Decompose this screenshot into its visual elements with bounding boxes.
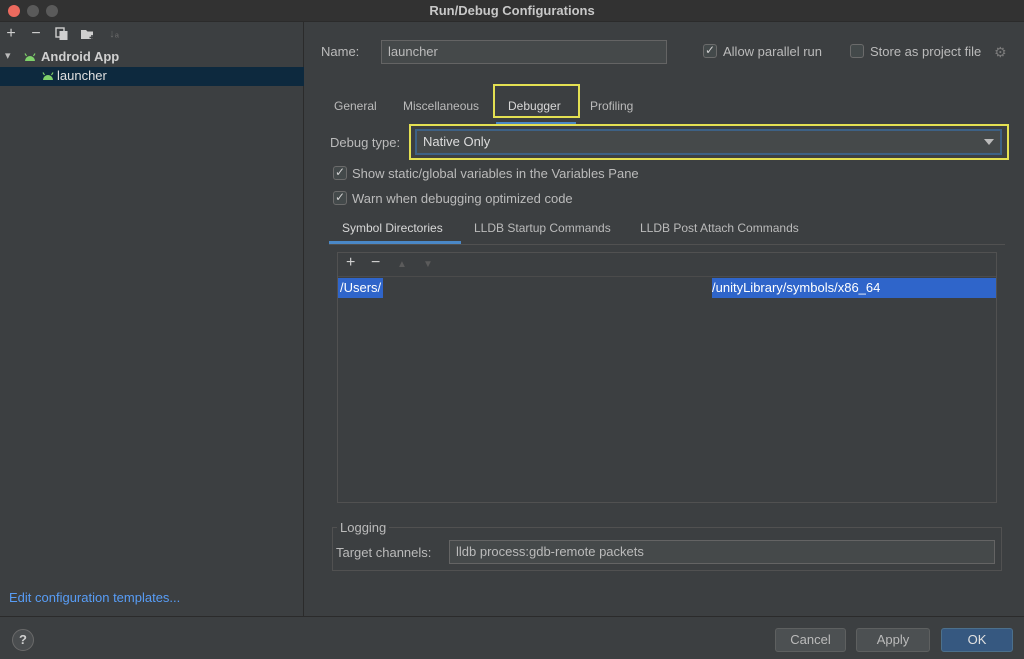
- android-icon: [24, 53, 36, 61]
- name-input[interactable]: launcher: [381, 40, 667, 64]
- store-as-project-file-label: Store as project file: [870, 44, 982, 59]
- move-up-button[interactable]: ▲: [397, 259, 407, 270]
- target-channels-input[interactable]: lldb process:gdb-remote packets: [449, 540, 995, 564]
- allow-parallel-run-label: Allow parallel run: [723, 44, 822, 59]
- debug-type-value: Native Only: [423, 134, 491, 149]
- tree-group-android-app[interactable]: ▾ Android App: [0, 48, 304, 68]
- debug-type-select[interactable]: Native Only: [415, 129, 1002, 155]
- remove-symbol-dir-button[interactable]: −: [371, 254, 380, 272]
- tab-debugger[interactable]: Debugger: [508, 99, 561, 113]
- configuration-editor: Name: launcher Allow parallel run Store …: [305, 22, 1024, 616]
- show-static-variables-checkbox[interactable]: [333, 165, 347, 180]
- cancel-button[interactable]: Cancel: [775, 628, 846, 652]
- gear-icon[interactable]: ⚙: [994, 44, 1007, 61]
- android-icon: [42, 72, 54, 80]
- copy-configuration-button[interactable]: [52, 24, 72, 44]
- tree-item-label: launcher: [57, 68, 107, 83]
- remove-configuration-button[interactable]: −: [26, 24, 46, 44]
- tab-general[interactable]: General: [334, 99, 377, 113]
- symbol-toolbar: + − ▲ ▼: [338, 253, 996, 277]
- title-bar: Run/Debug Configurations: [0, 0, 1024, 22]
- subtab-symbol-directories[interactable]: Symbol Directories: [342, 221, 443, 235]
- tab-miscellaneous[interactable]: Miscellaneous: [403, 99, 479, 113]
- name-label: Name:: [321, 44, 360, 59]
- warn-optimized-checkbox[interactable]: [333, 190, 347, 205]
- symbol-directories-panel: + − ▲ ▼ /Users/ /unityLibrary/symbols/x8…: [337, 252, 997, 503]
- apply-button[interactable]: Apply: [856, 628, 930, 652]
- chevron-down-icon[interactable]: ▾: [5, 49, 11, 62]
- new-folder-icon: [81, 30, 95, 40]
- subtab-divider: [329, 244, 1005, 245]
- configurations-sidebar: + − ↓ₐ ▾ Android App launcher Edit confi…: [0, 22, 304, 616]
- new-folder-button[interactable]: [78, 24, 98, 44]
- warn-optimized-label: Warn when debugging optimized code: [352, 191, 573, 206]
- tab-profiling[interactable]: Profiling: [590, 99, 633, 113]
- dialog-footer: ? Cancel Apply OK: [0, 616, 1024, 659]
- subtab-lldb-startup-commands[interactable]: LLDB Startup Commands: [474, 221, 611, 235]
- symbol-path-end: /unityLibrary/symbols/x86_64: [712, 278, 996, 298]
- move-down-button[interactable]: ▼: [423, 259, 433, 270]
- chevron-down-icon: [984, 139, 994, 145]
- add-configuration-button[interactable]: +: [1, 24, 21, 44]
- ok-button[interactable]: OK: [941, 628, 1013, 652]
- sort-configurations-button[interactable]: ↓ₐ: [104, 24, 124, 44]
- allow-parallel-run-checkbox[interactable]: [703, 43, 717, 58]
- window-title: Run/Debug Configurations: [429, 3, 595, 18]
- logging-title: Logging: [337, 520, 390, 535]
- show-static-variables-label: Show static/global variables in the Vari…: [352, 166, 639, 181]
- sidebar-toolbar: + − ↓ₐ: [0, 22, 304, 46]
- help-button[interactable]: ?: [12, 629, 34, 651]
- store-as-project-file-checkbox[interactable]: [850, 44, 864, 58]
- edit-configuration-templates-link[interactable]: Edit configuration templates...: [9, 590, 180, 605]
- debug-type-label: Debug type:: [330, 135, 401, 150]
- tree-item-launcher[interactable]: launcher: [0, 67, 304, 86]
- list-item[interactable]: /Users/ /unityLibrary/symbols/x86_64: [338, 278, 996, 298]
- add-symbol-dir-button[interactable]: +: [346, 254, 355, 272]
- target-channels-label: Target channels:: [336, 545, 432, 560]
- symbol-path-start: /Users/: [338, 278, 383, 298]
- copy-icon: [55, 27, 68, 40]
- tree-group-label: Android App: [41, 49, 120, 64]
- subtab-lldb-post-attach-commands[interactable]: LLDB Post Attach Commands: [640, 221, 799, 235]
